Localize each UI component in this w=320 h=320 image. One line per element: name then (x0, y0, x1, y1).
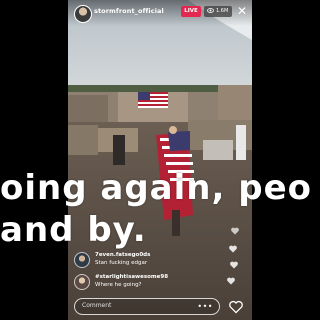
flag-on-building (138, 92, 168, 108)
heart-icon (227, 277, 235, 285)
comment-text: Where he going? (95, 282, 142, 288)
more-options-icon[interactable]: ••• (197, 299, 213, 314)
subtitle-line-2: and by. (0, 210, 147, 250)
comment-username[interactable]: 7even.fatsego0ds (95, 252, 150, 258)
eye-icon (207, 8, 214, 13)
stream-header: stormfront_official LIVE 1.6M ✕ (68, 0, 252, 26)
comment-avatar[interactable] (74, 252, 90, 268)
live-stream-screen: stormfront_official LIVE 1.6M ✕ (68, 0, 252, 320)
close-icon: ✕ (236, 4, 248, 18)
viewer-count-badge[interactable]: 1.6M (204, 6, 232, 17)
broadcaster-username[interactable]: stormfront_official (94, 7, 164, 15)
viewer-count: 1.6M (216, 8, 229, 14)
broadcaster-avatar[interactable] (74, 5, 92, 23)
live-video-frame (68, 0, 252, 320)
heart-button[interactable] (228, 299, 244, 315)
comment-input[interactable]: Comment ••• (74, 298, 220, 315)
subtitle-line-1: oing again, peo (0, 168, 312, 208)
heart-icon (229, 300, 243, 314)
heart-icon (230, 261, 238, 269)
comment-text: Stan fucking edgar (95, 260, 148, 266)
comment-avatar[interactable] (74, 274, 90, 290)
comment-username[interactable]: #starlightisawesome98 (95, 274, 168, 280)
close-button[interactable]: ✕ (235, 3, 249, 19)
comment-placeholder: Comment (82, 302, 112, 309)
live-badge: LIVE (181, 6, 201, 17)
